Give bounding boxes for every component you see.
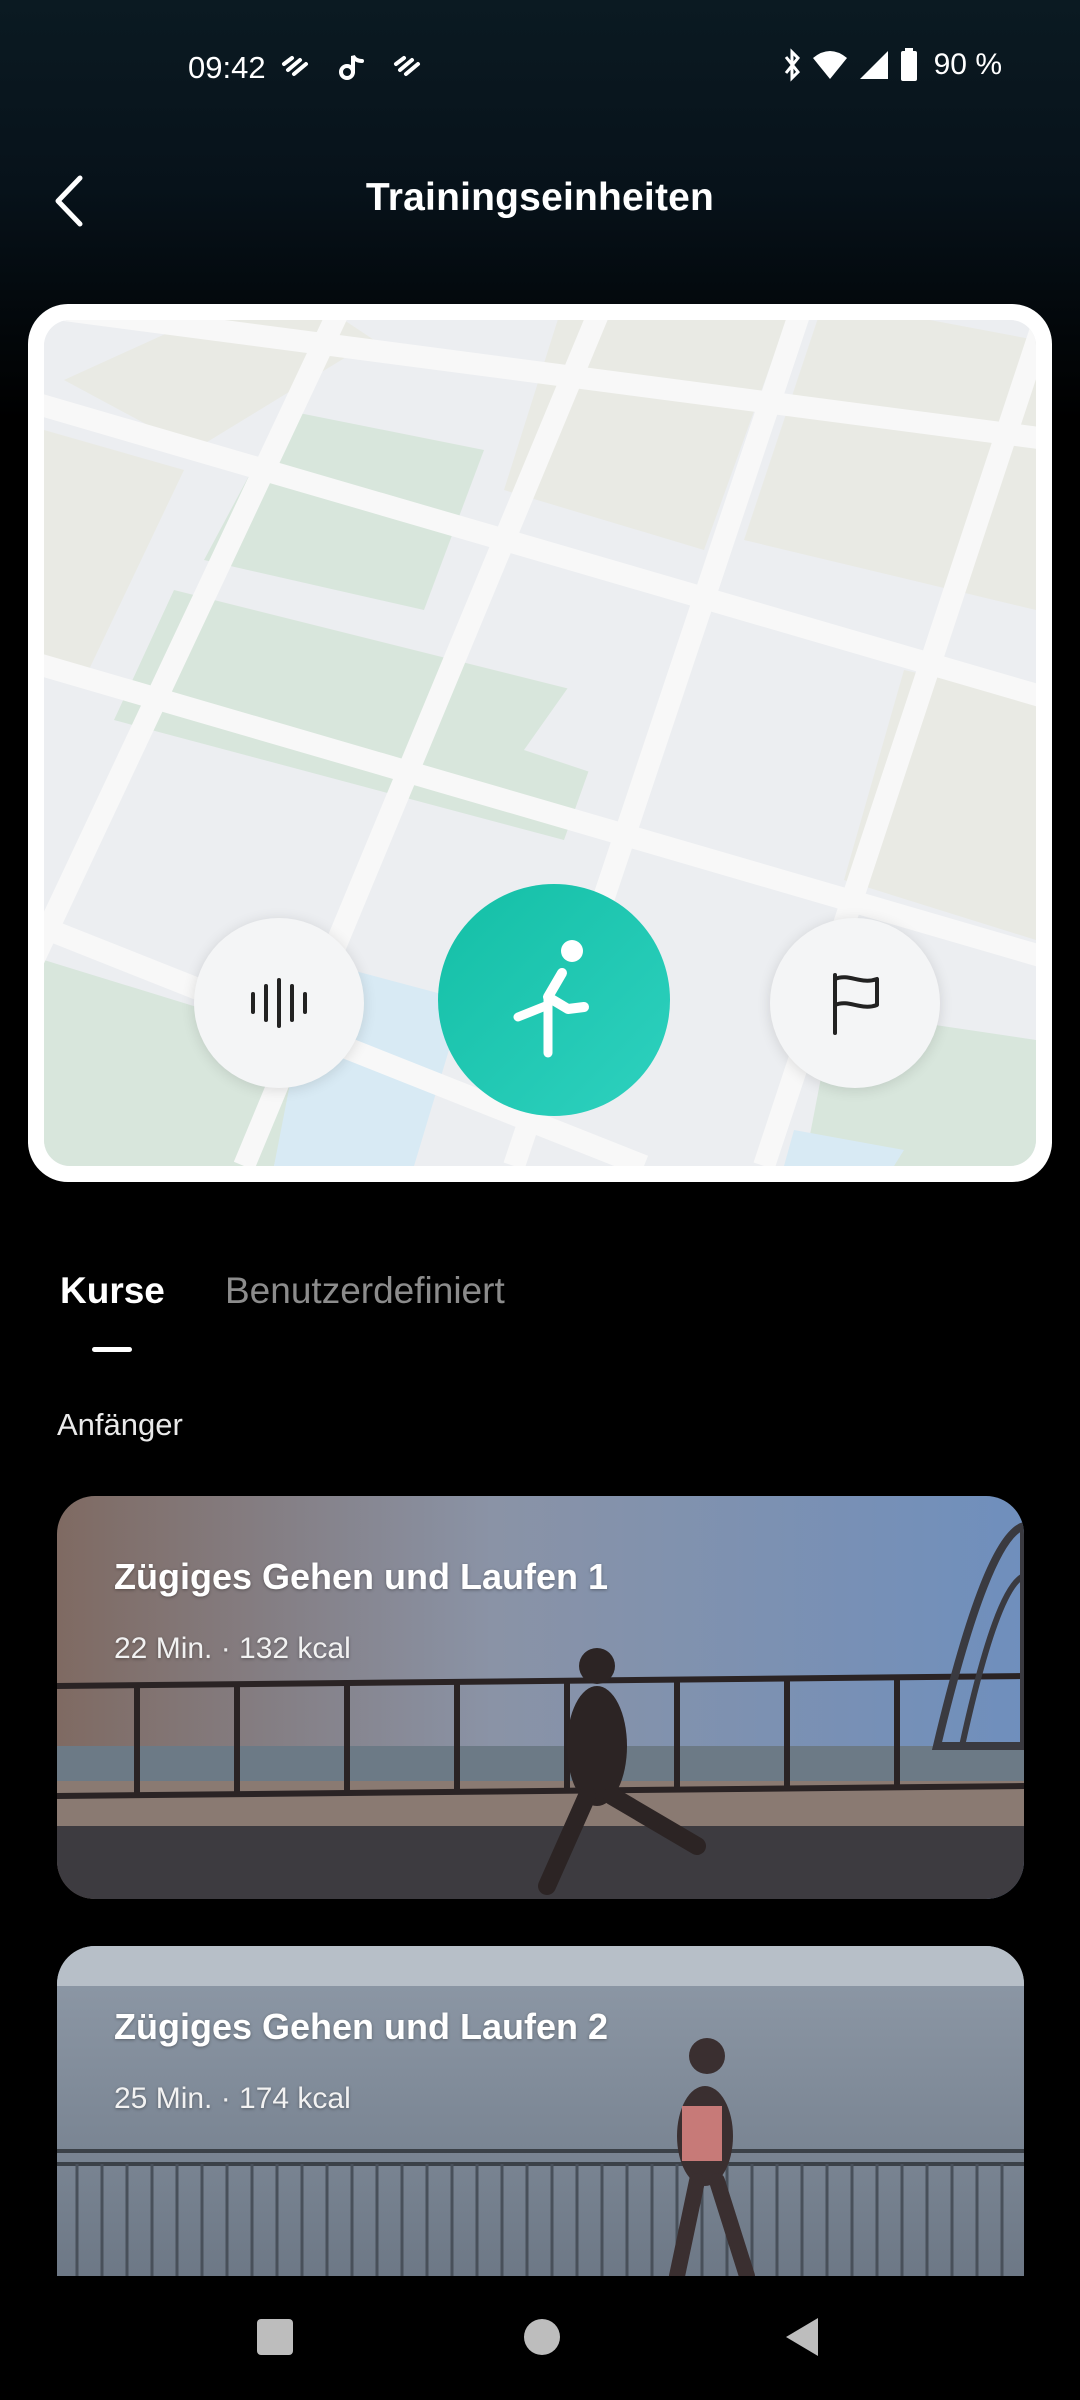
map-card bbox=[28, 304, 1052, 1182]
start-workout-button[interactable] bbox=[438, 884, 670, 1116]
course-title: Zügiges Gehen und Laufen 1 bbox=[114, 1556, 609, 1597]
system-back-button[interactable] bbox=[784, 2316, 820, 2358]
tab-kurse[interactable]: Kurse bbox=[60, 1270, 165, 1312]
route-button[interactable] bbox=[770, 918, 940, 1088]
wifi-icon bbox=[812, 51, 847, 79]
battery-level: 90 % bbox=[933, 48, 1002, 81]
status-bar: 09:42 90 % bbox=[0, 0, 1080, 135]
status-time: 09:42 bbox=[188, 50, 266, 85]
notification-icon bbox=[282, 56, 308, 76]
course-meta: 22 Min. · 132 kcal bbox=[114, 1632, 351, 1665]
map-view[interactable] bbox=[44, 320, 1036, 1166]
home-button[interactable] bbox=[524, 2319, 560, 2355]
flag-icon bbox=[833, 973, 879, 1035]
run-icon bbox=[513, 940, 589, 1058]
course-card[interactable]: Zügiges Gehen und Laufen 1 22 Min. · 132… bbox=[57, 1496, 1024, 1899]
audio-icon bbox=[251, 978, 307, 1028]
course-title: Zügiges Gehen und Laufen 2 bbox=[114, 2006, 609, 2047]
voice-button[interactable] bbox=[194, 918, 364, 1088]
course-meta: 25 Min. · 174 kcal bbox=[114, 2082, 351, 2115]
recents-button[interactable] bbox=[257, 2319, 293, 2355]
notification-icon bbox=[394, 56, 420, 76]
course-card[interactable]: Zügiges Gehen und Laufen 2 25 Min. · 174… bbox=[57, 1946, 1024, 2276]
section-title: Anfänger bbox=[57, 1407, 183, 1442]
bluetooth-icon bbox=[784, 48, 800, 82]
battery-icon bbox=[900, 48, 917, 81]
signal-icon bbox=[859, 51, 888, 79]
tab-benutzerdefiniert[interactable]: Benutzerdefiniert bbox=[225, 1270, 505, 1312]
active-tab-indicator bbox=[92, 1347, 132, 1352]
page-title: Trainingseinheiten bbox=[365, 176, 715, 219]
tiktok-icon bbox=[339, 54, 364, 80]
